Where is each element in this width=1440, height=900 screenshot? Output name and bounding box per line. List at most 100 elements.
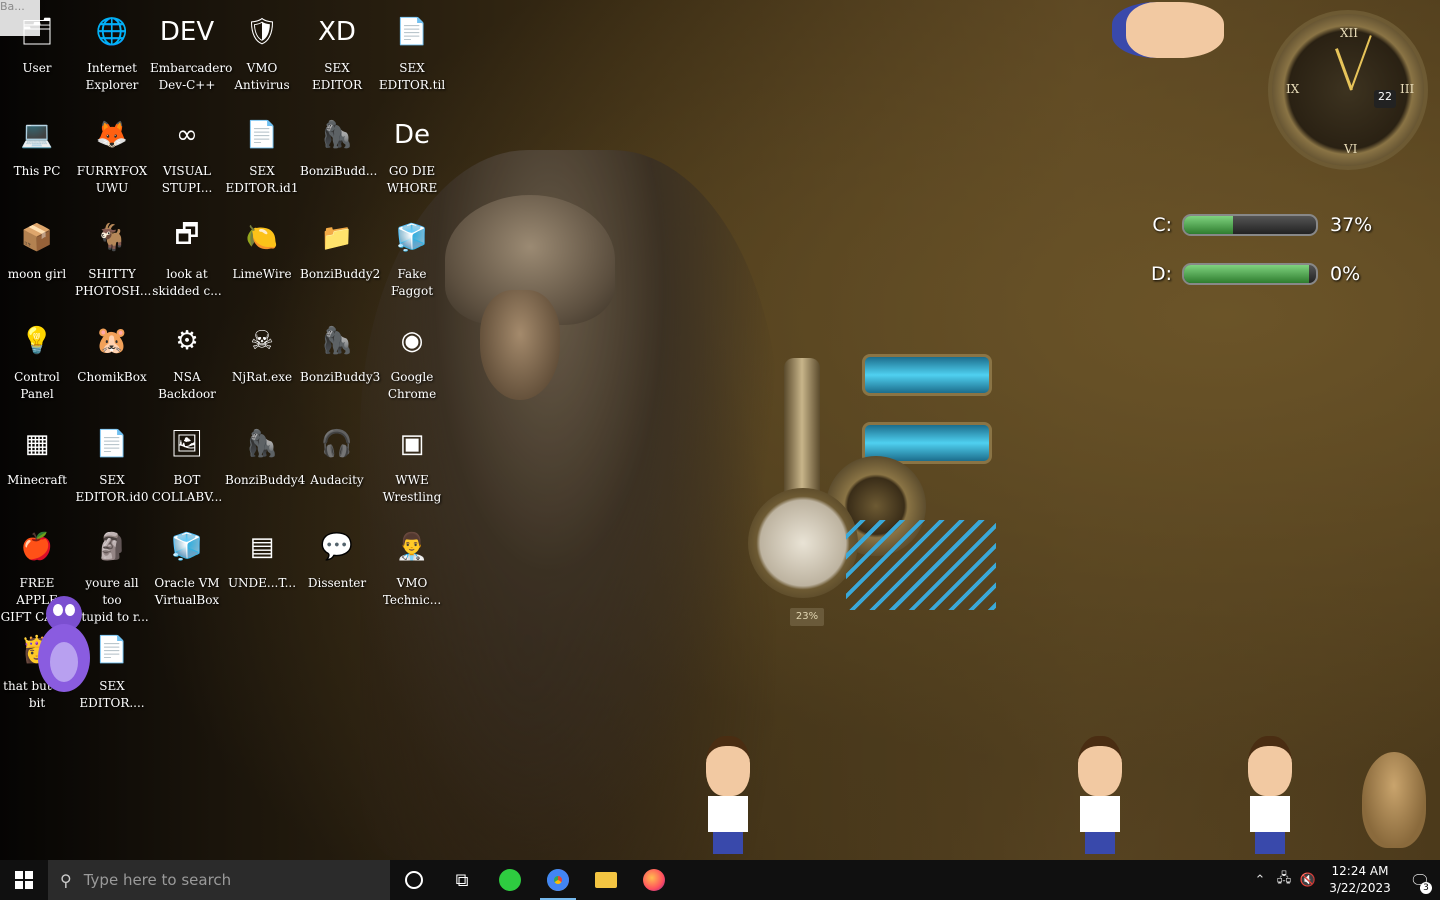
desktop-icon-image: 💻: [20, 120, 54, 150]
desktop-icon-label: Control Panel: [14, 370, 60, 401]
desktop-icon[interactable]: 🦍 BonziBuddy4: [225, 420, 305, 489]
desktop-icon-image: 🛡: [245, 17, 279, 47]
desktop-icon[interactable]: 🛡 VMO Antivirus: [225, 8, 299, 94]
desktop-icon-image: ▦: [24, 429, 50, 459]
start-button[interactable]: [0, 860, 48, 900]
desktop-icon[interactable]: 📁 BonziBuddy2: [300, 214, 381, 283]
desktop-icon[interactable]: 🍋 LimeWire: [225, 214, 299, 283]
desktop-icon-image: 🦊: [95, 120, 129, 150]
desktop-icon[interactable]: 💬 Dissenter: [300, 523, 374, 592]
desktop-icon-label: Embarcadero Dev-C++: [150, 61, 233, 92]
desktop-icon-image: 🌐: [95, 17, 129, 47]
desktop-icon-image: 🐹: [95, 326, 129, 356]
desktop-icon-label: GO DIE WHORE: [386, 164, 438, 195]
desktop-icon[interactable]: 🗂 User: [0, 8, 74, 77]
cortana-button[interactable]: [390, 860, 438, 900]
cartoon-character-3[interactable]: [1244, 736, 1296, 854]
desktop-icon-image: De: [393, 120, 431, 150]
desktop-icon-label: User: [22, 61, 52, 75]
desktop-icon-image: ▤: [249, 532, 275, 562]
clock-numeral-xii: XII: [1340, 26, 1359, 40]
desktop-icon[interactable]: 🐐 SHITTY PHOTOSH...: [75, 214, 152, 300]
desktop-icon-label: BonziBuddy2: [300, 267, 381, 281]
desktop-icon-label: Internet Explorer: [85, 61, 139, 92]
pipe-blue-rods: [846, 520, 996, 610]
desktop-icon-label: look at skidded c...: [152, 267, 222, 298]
desktop-icon[interactable]: 🦍 BonziBudd...: [300, 111, 377, 180]
hamster-character[interactable]: [1362, 752, 1426, 848]
desktop-icon-image: 🦍: [245, 429, 279, 459]
pipe-pressure-gauge: [748, 488, 858, 598]
desktop-icon-label: ChomikBox: [77, 370, 147, 384]
network-icon[interactable]: 🖧: [1272, 869, 1296, 891]
desktop-icon[interactable]: ⚙ NSA Backdoor: [150, 317, 224, 403]
desktop-icon-label: FURRYFOX UWU: [76, 164, 148, 195]
search-placeholder: Type here to search: [83, 871, 232, 889]
desktop-icon[interactable]: 🗗 look at skidded c...: [150, 214, 224, 300]
taskbar-chrome[interactable]: [534, 860, 582, 900]
desktop-icon-image: 📄: [245, 120, 279, 150]
desktop-icon[interactable]: 🌐 Internet Explorer: [75, 8, 149, 94]
desktop-icon[interactable]: ☠ NjRat.exe: [225, 317, 299, 386]
desktop-icon-image: ◉: [400, 326, 424, 356]
desktop-icon[interactable]: ▦ Minecraft: [0, 420, 74, 489]
desktop-icon[interactable]: De GO DIE WHORE: [375, 111, 449, 197]
desktop-icon-label: SEX EDITOR.til: [378, 61, 446, 92]
taskbar-dissenter[interactable]: [486, 860, 534, 900]
desktop-icon-label: Minecraft: [7, 473, 67, 487]
desktop-icon[interactable]: ▤ UNDE...T...: [225, 523, 299, 592]
cartoon-head-top-right[interactable]: [1112, 2, 1224, 58]
desktop-icon-label: LimeWire: [232, 267, 292, 281]
desktop-icon[interactable]: 📄 SEX EDITOR.til: [375, 8, 449, 94]
taskbar-firefox[interactable]: [630, 860, 678, 900]
notification-center-button[interactable]: 🗨 3: [1400, 871, 1440, 894]
volume-muted-icon[interactable]: 🔇: [1296, 873, 1320, 888]
taskbar-search-box[interactable]: ⚲ Type here to search: [48, 860, 390, 900]
cartoon-character-2[interactable]: [1074, 736, 1126, 854]
desktop-icon[interactable]: 🦊 FURRYFOX UWU: [75, 111, 149, 197]
desktop-icon-image: 📄: [395, 17, 429, 47]
bonzi-buddy-character[interactable]: [30, 592, 98, 704]
dissenter-icon: [499, 869, 521, 891]
clock-numeral-vi: VI: [1344, 142, 1358, 156]
chrome-icon: [547, 869, 569, 891]
taskbar-clock[interactable]: 12:24 AM 3/22/2023: [1320, 863, 1400, 897]
desktop-icon[interactable]: XD SEX EDITOR: [300, 8, 374, 94]
taskbar: ⚲ Type here to search ⧉ ⌃ 🖧 🔇 12:24 AM 3…: [0, 860, 1440, 900]
desktop-icon[interactable]: 🧊 Fake Faggot: [375, 214, 449, 300]
desktop-icon[interactable]: 🖼 BOT COLLABV...: [150, 420, 224, 506]
pipe-gauge-readout: 23%: [790, 608, 824, 626]
desktop-icon[interactable]: 📄 SEX EDITOR.id1: [225, 111, 299, 197]
cartoon-character-1[interactable]: [702, 736, 754, 854]
desktop-icon-image: ☠: [250, 326, 274, 356]
system-tray: ⌃ 🖧 🔇 12:24 AM 3/22/2023 🗨 3: [1248, 860, 1440, 900]
desktop-icon[interactable]: ▣ WWE Wrestling: [375, 420, 449, 506]
desktop-icon[interactable]: ∞ VISUAL STUPI...: [150, 111, 224, 197]
desktop-icon[interactable]: 💡 Control Panel: [0, 317, 74, 403]
desktop-icon-label: SEX EDITOR.id1: [225, 164, 299, 195]
desktop-icon-label: This PC: [13, 164, 61, 178]
desktop-icon[interactable]: 🧊 Oracle VM VirtualBox: [150, 523, 224, 609]
desktop-icon-label: SEX EDITOR.id0: [75, 473, 149, 504]
task-view-button[interactable]: ⧉: [438, 860, 486, 900]
desktop-icon-label: SHITTY PHOTOSH...: [75, 267, 152, 298]
desktop-icon[interactable]: 🐹 ChomikBox: [75, 317, 149, 386]
clock-numeral-ix: IX: [1286, 82, 1300, 96]
desktop-icon[interactable]: ◉ Google Chrome: [375, 317, 449, 403]
desktop-icon[interactable]: 💻 This PC: [0, 111, 74, 180]
chevron-up-icon[interactable]: ⌃: [1248, 873, 1272, 888]
desktop-icon[interactable]: 🦍 BonziBuddy3: [300, 317, 380, 386]
steampunk-clock-widget[interactable]: XII III VI IX 22: [1268, 10, 1428, 170]
windows-logo-icon: [15, 871, 33, 889]
desktop-icon[interactable]: DEV Embarcadero Dev-C++: [150, 8, 233, 94]
desktop-icon[interactable]: 📄 SEX EDITOR.id0: [75, 420, 149, 506]
taskbar-file-explorer[interactable]: [582, 860, 630, 900]
desktop-icon[interactable]: 📦 moon girl: [0, 214, 74, 283]
desktop-icon[interactable]: 👨‍⚕️ VMO Technic...: [375, 523, 449, 609]
desktop-icon[interactable]: 🎧 Audacity: [300, 420, 374, 489]
desktop-icon-label: Fake Faggot: [390, 267, 434, 298]
clock-minute-hand: [1350, 35, 1372, 91]
desktop-icon-image: ∞: [176, 120, 198, 150]
wallpaper-face: [480, 290, 560, 400]
folder-icon: [595, 872, 617, 888]
